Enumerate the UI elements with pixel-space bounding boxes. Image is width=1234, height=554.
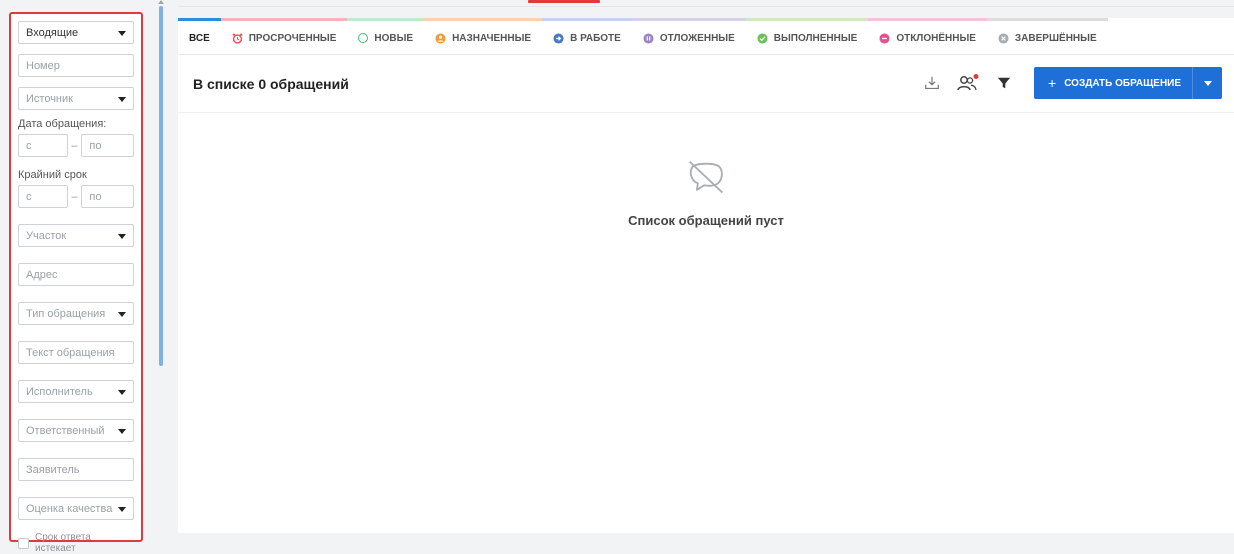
text-placeholder: Текст обращения (26, 346, 115, 359)
quality-select-value: Оценка качества (26, 502, 113, 515)
chevron-down-icon (118, 97, 126, 102)
filter-scrollbar[interactable] (159, 6, 163, 366)
empty-state: Список обращений пуст (178, 158, 1234, 228)
range-dash: – (71, 190, 78, 203)
create-request-button[interactable]: + СОЗДАТЬ ОБРАЩЕНИЕ (1034, 67, 1222, 99)
date-to-input[interactable]: по (81, 134, 134, 157)
chevron-down-icon (118, 31, 126, 36)
address-placeholder: Адрес (26, 268, 58, 281)
source-select[interactable]: Источник (18, 87, 134, 110)
chevron-down-icon (1203, 80, 1212, 86)
date-to-placeholder: по (89, 139, 102, 152)
user-circle-icon (435, 32, 446, 44)
deadline-to-input[interactable]: по (81, 185, 134, 208)
type-select[interactable]: Тип обращения (18, 302, 134, 325)
number-placeholder: Номер (26, 59, 60, 72)
responsible-select[interactable]: Ответственный (18, 419, 134, 442)
date-from-placeholder: с (26, 139, 32, 152)
tab-postponed[interactable]: ОТЛОЖЕННЫЕ (631, 18, 746, 55)
download-icon (925, 76, 939, 89)
header-tools: + СОЗДАТЬ ОБРАЩЕНИЕ (918, 67, 1234, 99)
minus-circle-icon (879, 32, 890, 44)
date-range: с – по (18, 134, 134, 157)
source-select-value: Источник (26, 92, 73, 105)
tab-rejected-label: ОТКЛОНЁННЫЕ (896, 32, 976, 44)
direction-select-value: Входящие (26, 26, 79, 39)
expiring-filter[interactable]: Срок ответа истекает (18, 532, 134, 554)
expiring-label: Срок ответа истекает (34, 532, 91, 554)
tab-new[interactable]: НОВЫЕ (347, 18, 425, 55)
tab-postponed-label: ОТЛОЖЕННЫЕ (659, 32, 735, 44)
users-icon (957, 74, 979, 91)
executor-select-value: Исполнитель (26, 385, 93, 398)
pause-circle-icon (643, 32, 654, 44)
area-select[interactable]: Участок (18, 224, 134, 247)
scroll-up-arrow-icon[interactable] (158, 0, 164, 4)
tab-overdue-label: ПРОСРОЧЕННЫЕ (248, 32, 337, 44)
tab-done-label: ВЫПОЛНЕННЫЕ (773, 32, 858, 44)
tab-inwork-label: В РАБОТЕ (570, 32, 621, 44)
create-request-label: СОЗДАТЬ ОБРАЩЕНИЕ (1064, 77, 1182, 89)
plus-icon: + (1048, 75, 1057, 91)
text-input[interactable]: Текст обращения (18, 341, 134, 364)
funnel-icon (997, 77, 1011, 89)
alarm-clock-icon (232, 32, 243, 44)
tab-inwork[interactable]: В РАБОТЕ (542, 18, 632, 55)
chevron-down-icon (118, 390, 126, 395)
date-label: Дата обращения: (18, 118, 107, 130)
tab-rejected[interactable]: ОТКЛОНЁННЫЕ (868, 18, 987, 55)
check-circle-icon (757, 32, 768, 44)
executor-select[interactable]: Исполнитель (18, 380, 134, 403)
applicant-input[interactable]: Заявитель (18, 458, 134, 481)
range-dash: – (71, 139, 78, 152)
tab-overdue[interactable]: ПРОСРОЧЕННЫЕ (220, 18, 348, 55)
tab-all-label: ВСЕ (189, 32, 210, 44)
status-tabs: ВСЕ ПРОСРОЧЕННЫЕ НОВЫЕ НАЗНАЧЕННЫЕ В РАБ… (178, 18, 1234, 55)
date-from-input[interactable]: с (18, 134, 68, 157)
expiring-checkbox[interactable] (18, 537, 29, 549)
chevron-down-icon (118, 429, 126, 434)
tab-finished-label: ЗАВЕРШЁННЫЕ (1014, 32, 1097, 44)
deadline-range: с – по (18, 185, 134, 208)
download-button[interactable] (918, 69, 946, 97)
tab-done[interactable]: ВЫПОЛНЕННЫЕ (745, 18, 869, 55)
deadline-label: Крайний срок (18, 169, 87, 181)
create-options-toggle[interactable] (1192, 67, 1222, 99)
type-select-value: Тип обращения (26, 307, 106, 320)
main-panel: ВСЕ ПРОСРОЧЕННЫЕ НОВЫЕ НАЗНАЧЕННЫЕ В РАБ… (178, 18, 1234, 533)
tab-new-label: НОВЫЕ (374, 32, 414, 44)
deadline-to-placeholder: по (89, 190, 102, 203)
top-indicator (528, 0, 600, 3)
chevron-down-icon (118, 234, 126, 239)
chevron-down-icon (118, 312, 126, 317)
empty-state-text: Список обращений пуст (628, 213, 784, 228)
tab-all[interactable]: ВСЕ (178, 18, 221, 55)
deadline-from-input[interactable]: с (18, 185, 68, 208)
circle-outline-icon (358, 33, 369, 43)
tab-assigned-label: НАЗНАЧЕННЫЕ (452, 32, 532, 44)
no-messages-icon (689, 160, 723, 194)
chevron-down-icon (118, 507, 126, 512)
main-top-border (178, 6, 1234, 7)
tab-finished[interactable]: ЗАВЕРШЁННЫЕ (986, 18, 1108, 55)
filter-button[interactable] (990, 69, 1018, 97)
area-select-value: Участок (26, 229, 67, 242)
close-circle-icon (998, 32, 1009, 44)
users-filter-button[interactable] (954, 69, 982, 97)
list-header: В списке 0 обращений + СОЗДАТЬ ОБРАЩЕНИЕ (178, 55, 1234, 113)
quality-select[interactable]: Оценка качества (18, 497, 134, 520)
deadline-from-placeholder: с (26, 190, 32, 203)
filter-panel: Входящие Номер Источник Дата обращения: … (9, 12, 143, 554)
number-input[interactable]: Номер (18, 54, 134, 77)
arrow-right-circle-icon (553, 32, 564, 44)
list-count-title: В списке 0 обращений (193, 75, 349, 92)
direction-select[interactable]: Входящие (18, 21, 134, 44)
tab-assigned[interactable]: НАЗНАЧЕННЫЕ (424, 18, 543, 55)
address-input[interactable]: Адрес (18, 263, 134, 286)
responsible-select-value: Ответственный (26, 424, 105, 437)
applicant-placeholder: Заявитель (26, 463, 80, 476)
